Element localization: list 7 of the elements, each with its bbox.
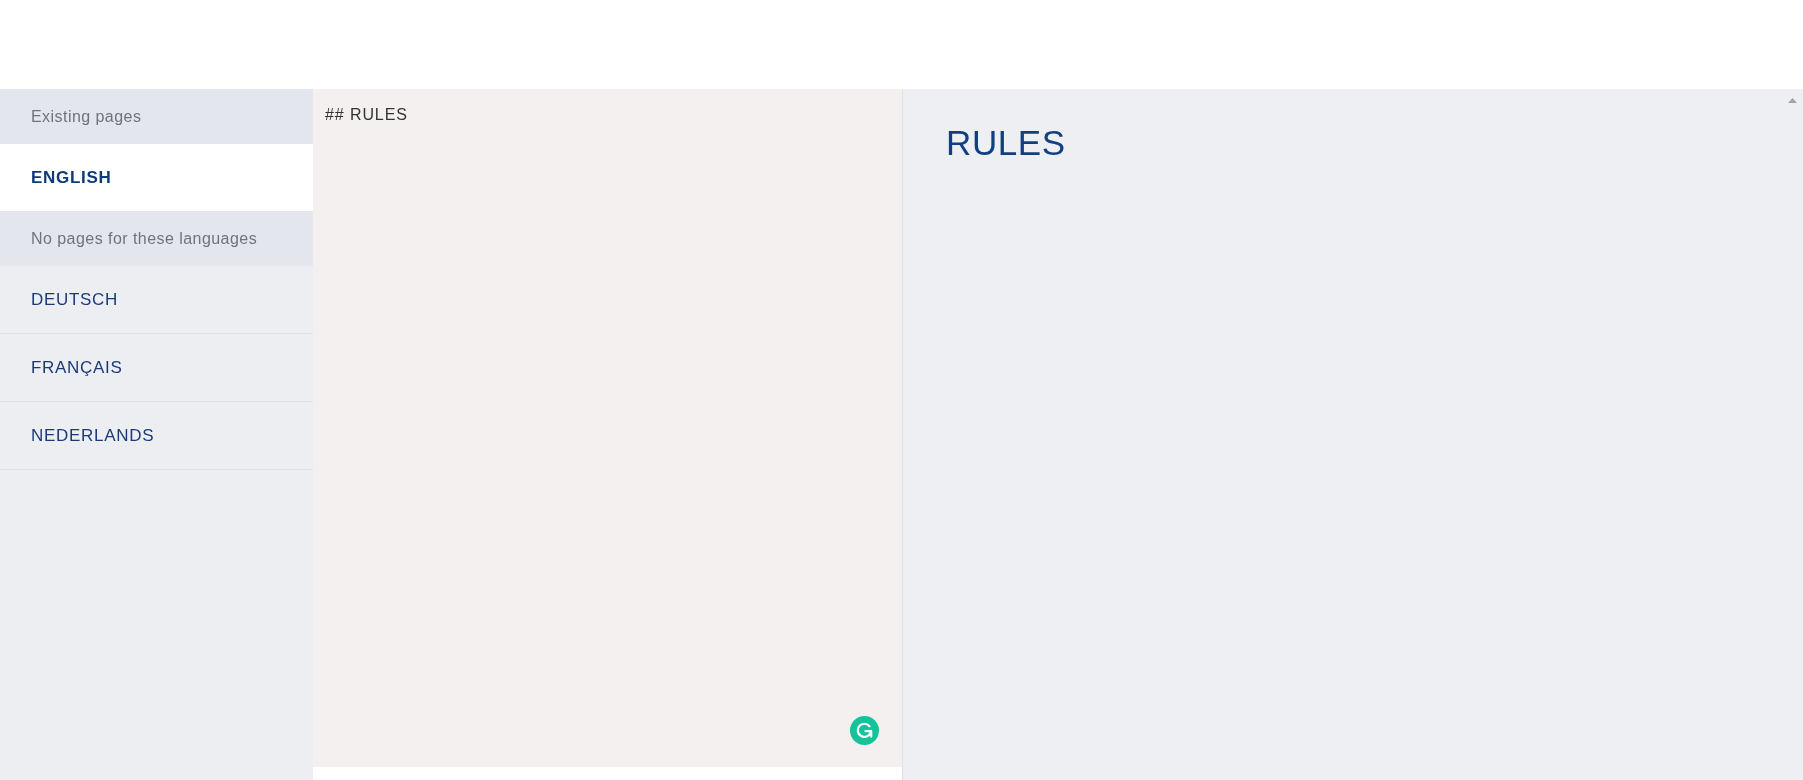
markdown-editor-field[interactable]: ## RULES: [313, 89, 902, 767]
preview-heading: RULES: [946, 122, 1066, 164]
language-link[interactable]: ENGLISH: [0, 144, 313, 211]
section-heading: No pages for these languages: [0, 211, 313, 266]
scroll-up-arrow-icon[interactable]: [1788, 98, 1797, 103]
circular-arrow-badge-icon[interactable]: [850, 716, 879, 745]
section-heading: Existing pages: [0, 89, 313, 144]
